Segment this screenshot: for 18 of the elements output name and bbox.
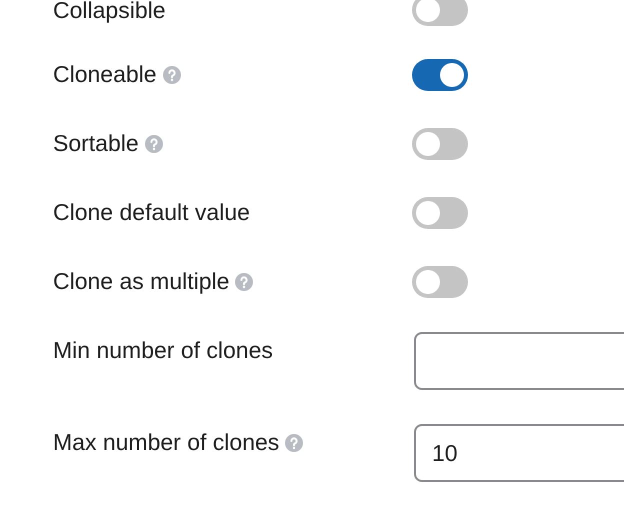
help-icon[interactable]: [162, 66, 181, 84]
number-field[interactable]: 10: [414, 424, 624, 482]
setting-label: Cloneable: [53, 61, 157, 88]
toggle-switch[interactable]: [412, 196, 468, 228]
help-icon[interactable]: [285, 434, 304, 452]
toggle-switch[interactable]: [412, 128, 468, 160]
setting-label: Max number of clones: [53, 429, 280, 456]
help-icon[interactable]: [235, 272, 254, 290]
setting-label: Collapsible: [53, 0, 166, 24]
toggle-switch[interactable]: [412, 0, 468, 26]
setting-label: Min number of clones: [53, 337, 273, 364]
help-icon[interactable]: [144, 134, 163, 152]
setting-label: Sortable: [53, 130, 139, 157]
toggle-switch[interactable]: [412, 266, 468, 298]
setting-label: Clone as multiple: [53, 268, 230, 295]
number-field[interactable]: [414, 332, 624, 390]
toggle-switch[interactable]: [412, 58, 468, 90]
setting-label: Clone default value: [53, 199, 250, 226]
